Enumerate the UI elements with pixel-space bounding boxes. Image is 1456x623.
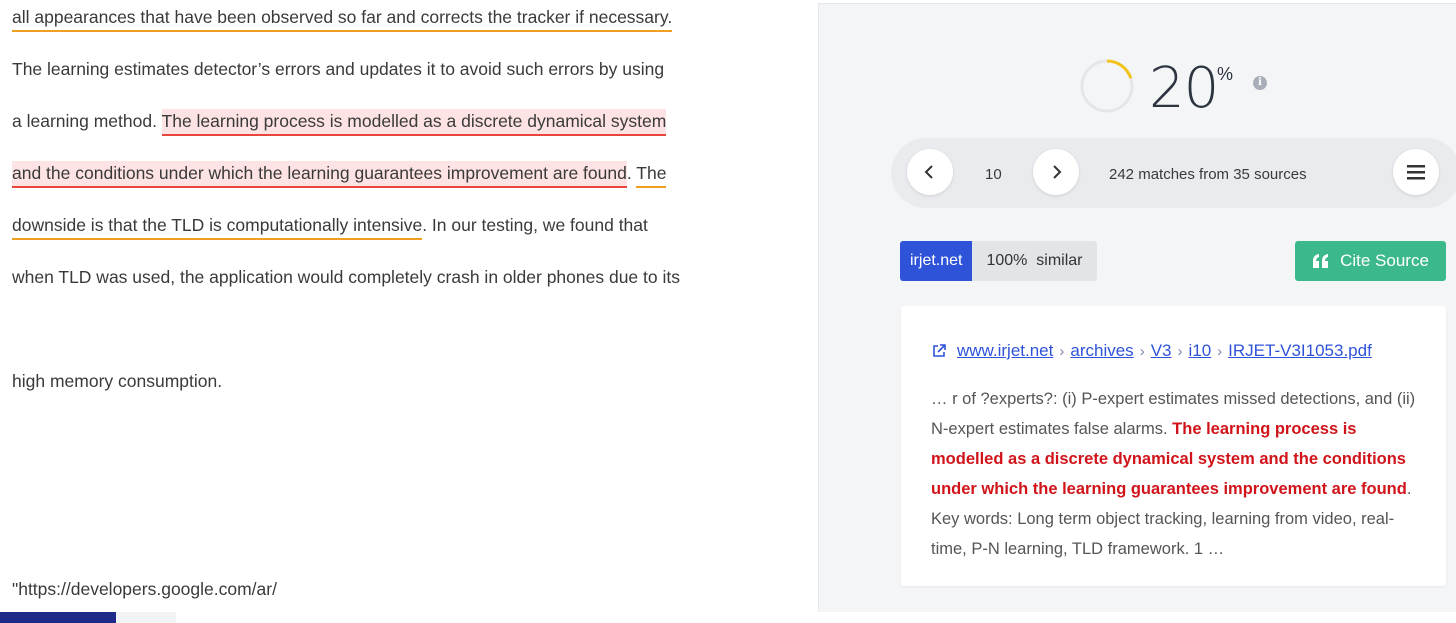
breadcrumb-link[interactable]: i10 <box>1188 341 1211 361</box>
doc-line: The learning estimates detector’s errors… <box>12 59 665 79</box>
cite-source-button[interactable]: Cite Source <box>1295 241 1446 281</box>
match-index: 10 <box>985 166 1002 183</box>
breadcrumb-link[interactable]: IRJET-V3I1053.pdf <box>1228 341 1372 361</box>
menu-button[interactable] <box>1393 149 1439 195</box>
match-navigation: 10 242 matches from 35 sources <box>891 138 1456 208</box>
source-similarity: 100% similar <box>972 241 1097 281</box>
doc-text: . In our testing, we found that <box>422 215 648 235</box>
matches-summary: 242 matches from 35 sources <box>1109 166 1307 183</box>
next-match-button[interactable] <box>1033 149 1079 195</box>
hamburger-menu-icon <box>1407 165 1425 180</box>
source-name[interactable]: irjet.net <box>900 241 973 281</box>
score-unit: % <box>1217 64 1234 84</box>
source-excerpt: … r of ?experts?: (i) P-expert estimates… <box>931 384 1423 564</box>
chevron-right-icon <box>1053 165 1062 179</box>
document-pane: all appearances that have been observed … <box>0 0 818 623</box>
doc-line: when TLD was used, the application would… <box>12 267 680 287</box>
external-link-icon[interactable] <box>931 343 947 359</box>
doc-line: a learning method. The learning process … <box>12 109 667 136</box>
source-card: www.irjet.net › archives › V3 › i10 › IRJET-… <box>901 306 1446 586</box>
doc-line: "https://developers.google.com/ar/ <box>12 579 277 599</box>
info-icon[interactable]: i <box>1253 76 1267 90</box>
doc-line: all appearances that have been observed … <box>12 6 673 32</box>
sources-panel: 20 % i 10 242 matches from 35 sources ir… <box>818 4 1456 612</box>
chevron-left-icon <box>924 165 933 179</box>
matched-text-orange[interactable]: The <box>636 163 667 188</box>
doc-line: downside is that the TLD is computationa… <box>12 214 648 240</box>
doc-line: high memory consumption. <box>12 371 223 391</box>
breadcrumb-link[interactable]: archives <box>1070 341 1133 361</box>
doc-text: . <box>626 163 637 183</box>
doc-line: and the conditions under which the learn… <box>12 161 667 188</box>
breadcrumb-link[interactable]: www.irjet.net <box>957 341 1053 361</box>
matched-text-highlight[interactable]: and the conditions under which the learn… <box>12 161 627 188</box>
prev-match-button[interactable] <box>907 149 953 195</box>
breadcrumb-link[interactable]: V3 <box>1151 341 1172 361</box>
doc-text: a learning method. <box>12 111 162 131</box>
source-tag[interactable]: irjet.net 100% similar <box>900 241 1097 281</box>
similarity-label: similar <box>1036 252 1083 269</box>
matched-text-highlight[interactable]: The learning process is modelled as a di… <box>161 109 667 136</box>
score-ring <box>1080 59 1134 113</box>
cite-source-label: Cite Source <box>1340 251 1429 270</box>
quote-icon <box>1313 254 1329 268</box>
matched-text-orange[interactable]: downside is that the TLD is computationa… <box>12 215 423 240</box>
footer-tab-active[interactable] <box>0 612 116 623</box>
source-breadcrumb: www.irjet.net › archives › V3 › i10 › IRJET-… <box>931 341 1372 361</box>
footer-tab[interactable] <box>116 612 176 623</box>
score-value: 20 <box>1149 56 1219 121</box>
similarity-percent: 100% <box>986 252 1028 269</box>
similarity-score: 20 % i <box>1079 56 1319 121</box>
matched-text-orange[interactable]: all appearances that have been observed … <box>12 7 673 32</box>
